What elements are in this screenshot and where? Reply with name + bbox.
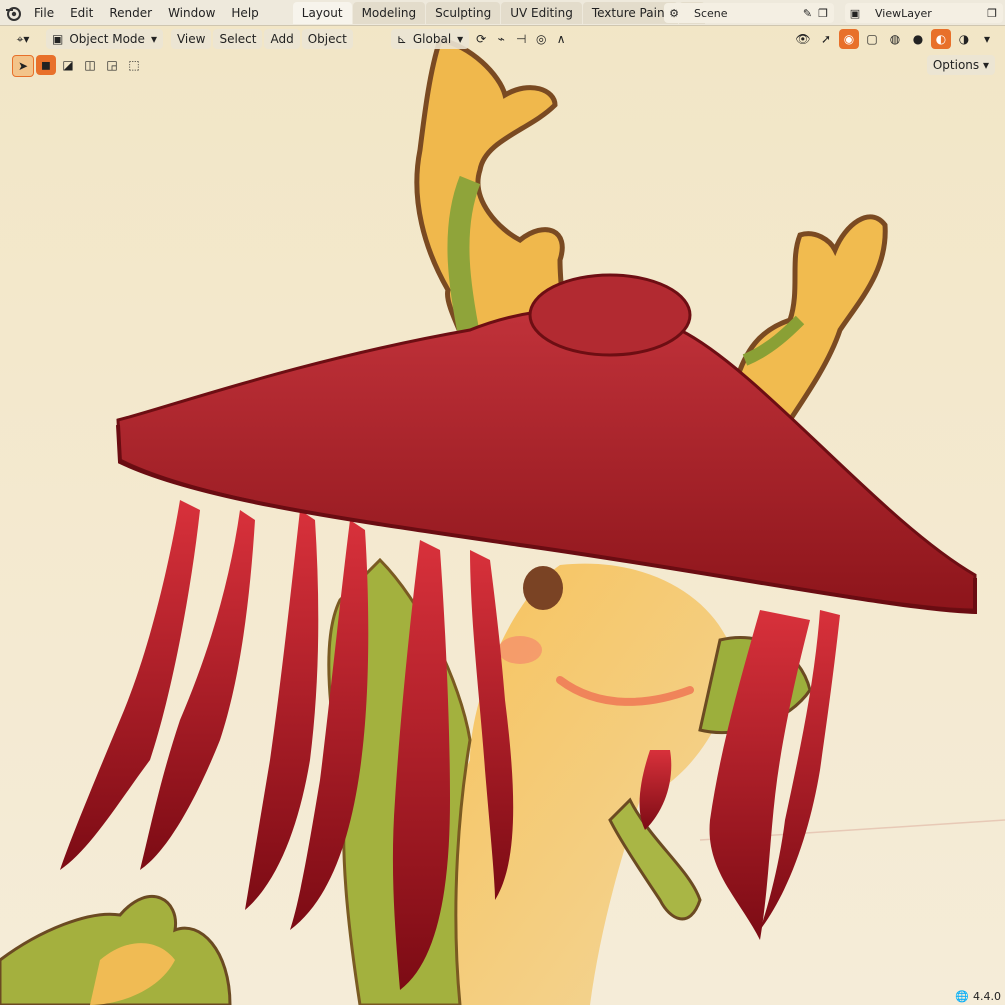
proportional-edit-icon[interactable]: ◎ [531, 29, 551, 49]
select-extend-icon[interactable]: ◪ [58, 55, 78, 75]
orientation-dropdown[interactable]: ⊾ Global ▾ [390, 29, 470, 49]
tab-modeling[interactable]: Modeling [352, 1, 426, 24]
tab-sculpting[interactable]: Sculpting [426, 1, 501, 24]
workspace-tabs: Layout Modeling Sculpting UV Editing Tex… [292, 1, 706, 24]
scene-name: Scene [694, 6, 728, 20]
blender-logo-icon[interactable] [0, 0, 26, 26]
tab-layout[interactable]: Layout [292, 1, 352, 24]
menu-help[interactable]: Help [223, 2, 266, 24]
add-menu[interactable]: Add [264, 29, 300, 49]
duplicate-layer-icon[interactable]: ❐ [987, 7, 997, 20]
menu-render[interactable]: Render [101, 2, 160, 24]
dragon-eye [523, 566, 563, 610]
select-new-icon[interactable]: ◼ [36, 55, 56, 75]
wireframe-shading-icon[interactable]: ◍ [885, 29, 905, 49]
snap-target-icon[interactable]: ⊣ [511, 29, 531, 49]
options-dropdown[interactable]: Options ▾ [926, 55, 995, 75]
duplicate-icon[interactable]: ❐ [818, 7, 828, 20]
shading-options-icon[interactable]: ▾ [977, 29, 997, 49]
mode-label: Object Mode [69, 32, 145, 46]
solid-shading-icon[interactable]: ● [908, 29, 928, 49]
visibility-icon[interactable]: 👁 [793, 29, 813, 49]
orientation-label: Global [412, 32, 452, 46]
mode-dropdown[interactable]: ▣ Object Mode ▾ [46, 29, 163, 49]
gizmo-icon[interactable]: ➚ [816, 29, 836, 49]
snap-icon[interactable]: ⌁ [491, 29, 511, 49]
viewlayer-icon: ▣ [849, 6, 861, 20]
viewlayer-selector[interactable]: ▣ ViewLayer ❐ [845, 3, 1003, 23]
dragon-cheek [498, 636, 542, 664]
scene-selector[interactable]: ⚙ Scene ✎ ❐ [664, 3, 834, 23]
orientation-icon: ⊾ [396, 32, 407, 46]
pin-icon[interactable]: ✎ [803, 7, 812, 20]
overlay-icon[interactable]: ◉ [839, 29, 859, 49]
3d-viewport[interactable] [0, 0, 1005, 1005]
version-label: 4.4.0 [973, 990, 1001, 1003]
view-menu[interactable]: View [170, 29, 212, 49]
select-invert-icon[interactable]: ◲ [102, 55, 122, 75]
material-shading-icon[interactable]: ◐ [931, 29, 951, 49]
tab-uv-editing[interactable]: UV Editing [501, 1, 582, 24]
viewlayer-name: ViewLayer [875, 6, 932, 20]
scene-icon: ⚙ [669, 6, 679, 20]
viewport-header: ⌖▾ ▣ Object Mode ▾ View Select Add Objec… [0, 26, 1005, 52]
select-tools: ➤ ◼ ◪ ◫ ◲ ⬚ [12, 55, 144, 77]
select-cursor-icon[interactable]: ➤ [12, 55, 34, 77]
rendered-shading-icon[interactable]: ◑ [954, 29, 974, 49]
chevron-down-icon: ▾ [457, 32, 464, 46]
status-bar: 🌐 4.4.0 [955, 990, 1001, 1003]
falloff-icon[interactable]: ∧ [551, 29, 571, 49]
menu-window[interactable]: Window [160, 2, 223, 24]
select-subtract-icon[interactable]: ◫ [80, 55, 100, 75]
menu-file[interactable]: File [26, 2, 62, 24]
menu-edit[interactable]: Edit [62, 2, 101, 24]
object-menu[interactable]: Object [301, 29, 353, 49]
globe-icon: 🌐 [955, 990, 969, 1003]
pivot-icon[interactable]: ⟳ [471, 29, 491, 49]
select-menu[interactable]: Select [213, 29, 263, 49]
object-mode-icon: ▣ [52, 32, 64, 46]
top-bar: File Edit Render Window Help Layout Mode… [0, 0, 1005, 26]
select-intersect-icon[interactable]: ⬚ [124, 55, 144, 75]
xray-icon[interactable]: ▢ [862, 29, 882, 49]
options-label: Options [932, 58, 980, 72]
chevron-down-icon: ▾ [150, 32, 157, 46]
editor-type-icon[interactable]: ⌖▾ [8, 29, 38, 49]
